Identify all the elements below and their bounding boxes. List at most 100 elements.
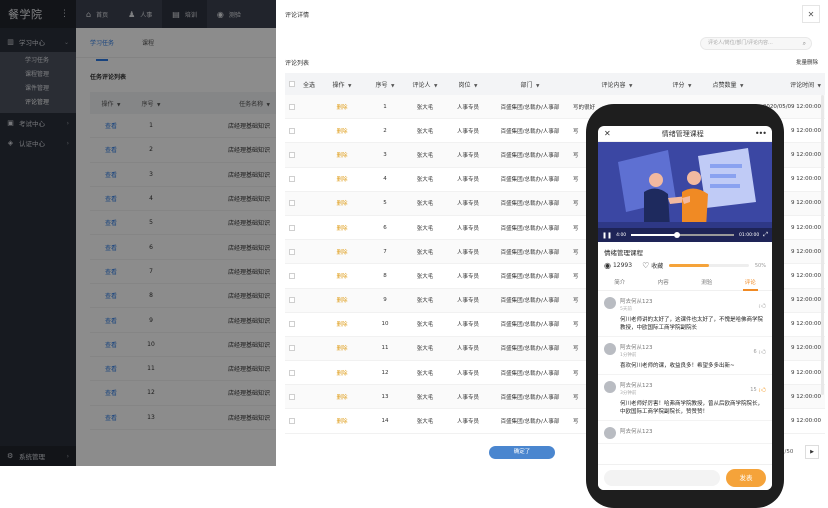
col-header[interactable]: 岗位 ▼ <box>445 80 491 89</box>
commenter: 张大毛 <box>416 394 434 401</box>
tab-comments[interactable]: 评论 <box>729 275 773 291</box>
delete-link[interactable]: 删除 <box>336 346 347 352</box>
row-checkbox[interactable] <box>285 297 299 304</box>
comment-list: 阿去何从123 5天前 何川老师讲的太好了，这课件也太好了，不愧是哈佛商学院教授，中… <box>598 291 772 444</box>
comment-item: 阿去何从123 1分钟前 喜欢何川老师的课，收益良多！希望多多出新~ 6 👍︎ <box>598 337 772 375</box>
close-icon[interactable]: ✕ <box>802 5 820 23</box>
phone-title: 情绪管理课程 <box>661 129 704 138</box>
row-checkbox[interactable] <box>285 272 299 279</box>
col-header[interactable]: 评论时间 ▼ <box>753 80 825 89</box>
col-header[interactable]: 序号 ▼ <box>365 80 405 89</box>
row-checkbox[interactable] <box>285 151 299 158</box>
modal-backdrop[interactable] <box>0 0 276 466</box>
delete-link[interactable]: 删除 <box>336 177 347 183</box>
search-icon[interactable]: ⌕ <box>803 38 806 49</box>
row-number: 6 <box>383 224 387 231</box>
row-checkbox[interactable] <box>285 200 299 207</box>
like-control[interactable]: 👍︎ <box>757 301 766 310</box>
delete-link[interactable]: 删除 <box>336 105 347 111</box>
delete-link[interactable]: 删除 <box>336 322 347 328</box>
thumbs-up-icon[interactable]: 👍︎ <box>759 301 766 310</box>
delete-link[interactable]: 删除 <box>336 129 347 135</box>
video-progress-fill <box>631 234 678 236</box>
department: 百盛集团/总裁办/人事部 <box>500 152 560 159</box>
col-select-all[interactable]: 全选 <box>299 80 319 89</box>
delete-link[interactable]: 删除 <box>336 298 347 304</box>
row-checkbox[interactable] <box>285 321 299 328</box>
comment-text: 何川老师讲的太好了，这课件也太好了，不愧是哈佛商学院教授，中欧国际工商学院副院长 <box>620 317 764 331</box>
delete-link[interactable]: 删除 <box>336 226 347 232</box>
row-number: 4 <box>383 176 387 183</box>
row-checkbox[interactable] <box>285 369 299 376</box>
favorite-label[interactable]: 收藏 <box>651 261 663 270</box>
delete-link[interactable]: 删除 <box>336 153 347 159</box>
more-horizontal-icon[interactable]: ••• <box>755 129 767 138</box>
like-control[interactable]: 15 👍︎ <box>750 385 766 394</box>
heart-icon[interactable]: ♡ <box>642 261 649 270</box>
video-illustration <box>598 142 772 242</box>
search-input[interactable]: 评论人/岗位/部门/评论内容... ⌕ <box>700 37 812 50</box>
thumbs-up-icon[interactable]: 👍︎ <box>759 385 766 394</box>
delete-link[interactable]: 删除 <box>336 395 347 401</box>
panel-title: 评论详情 <box>285 12 310 19</box>
commenter: 张大毛 <box>416 128 434 135</box>
row-number: 13 <box>381 393 389 400</box>
commenter: 张大毛 <box>416 298 434 305</box>
tab-intro[interactable]: 简介 <box>598 275 642 291</box>
delete-link[interactable]: 删除 <box>336 419 347 425</box>
close-icon[interactable]: ✕ <box>604 129 611 138</box>
col-header[interactable]: 评论内容 ▼ <box>569 80 661 89</box>
tab-content[interactable]: 内容 <box>642 275 686 291</box>
row-checkbox[interactable] <box>285 127 299 134</box>
row-checkbox[interactable] <box>285 176 299 183</box>
comment-text: 何川老师好厉害！哈弗商学院教授，曾从后欧商学院院长，中欧国际工商学院副院长，赞赞… <box>620 401 764 415</box>
comment-item: 阿去何从123 5天前 何川老师讲的太好了，这课件也太好了，不愧是哈佛商学院教授，中… <box>598 291 772 337</box>
row-checkbox[interactable] <box>285 103 299 110</box>
scrollbar[interactable] <box>821 95 824 395</box>
col-header[interactable]: 点赞数量 ▼ <box>703 80 753 89</box>
tab-quiz[interactable]: 测验 <box>685 275 729 291</box>
row-checkbox[interactable] <box>285 224 299 231</box>
col-header[interactable]: 操作 ▼ <box>319 80 365 89</box>
commenter: 张大毛 <box>416 177 434 184</box>
pause-icon[interactable]: ❚❚ <box>602 232 612 239</box>
position: 人事专员 <box>456 104 479 111</box>
thumbs-up-icon[interactable]: 👍︎ <box>759 347 766 356</box>
position: 人事专员 <box>456 177 479 184</box>
department: 百盛集团/总裁办/人事部 <box>500 322 560 329</box>
row-checkbox[interactable] <box>285 418 299 425</box>
delete-link[interactable]: 删除 <box>336 274 347 280</box>
commenter: 张大毛 <box>416 104 434 111</box>
commenter: 张大毛 <box>416 419 434 426</box>
row-checkbox[interactable] <box>285 393 299 400</box>
comment-item: 阿去何从123 <box>598 421 772 444</box>
video-progress-track[interactable] <box>631 232 734 238</box>
like-count: 15 <box>750 386 757 393</box>
pager-next-icon[interactable]: ▶ <box>805 445 819 459</box>
row-checkbox[interactable] <box>285 248 299 255</box>
video-progress-handle[interactable] <box>674 232 681 238</box>
video-player[interactable]: ❚❚ 4:00 01:00:00 ⤢ <box>598 142 772 242</box>
col-header[interactable]: 评论人 ▼ <box>405 80 445 89</box>
department: 百盛集团/总裁办/人事部 <box>500 419 560 426</box>
phone-mockup: ✕ 情绪管理课程 ••• ❚❚ 4:00 01:00:00 ⤢ 情绪管理课程 ◉… <box>586 104 784 508</box>
delete-link[interactable]: 删除 <box>336 201 347 207</box>
row-number: 8 <box>383 272 387 279</box>
col-header[interactable]: 评分 ▼ <box>661 80 703 89</box>
send-button[interactable]: 发表 <box>726 468 766 487</box>
like-control[interactable]: 6 👍︎ <box>753 347 766 356</box>
row-number: 12 <box>381 369 389 376</box>
commenter: 张大毛 <box>416 249 434 256</box>
select-all-checkbox[interactable] <box>285 81 299 87</box>
delete-link[interactable]: 删除 <box>336 250 347 256</box>
comment-time: 3分钟前 <box>620 391 637 396</box>
commenter: 张大毛 <box>416 346 434 353</box>
delete-link[interactable]: 删除 <box>336 371 347 377</box>
confirm-button[interactable]: 确定了 <box>489 446 555 459</box>
col-header[interactable]: 部门 ▼ <box>491 80 569 89</box>
batch-delete-button[interactable]: 批量删除 <box>796 58 818 66</box>
comment-input[interactable] <box>604 469 720 486</box>
row-checkbox[interactable] <box>285 345 299 352</box>
position: 人事专员 <box>456 346 479 353</box>
fullscreen-icon[interactable]: ⤢ <box>763 231 768 239</box>
